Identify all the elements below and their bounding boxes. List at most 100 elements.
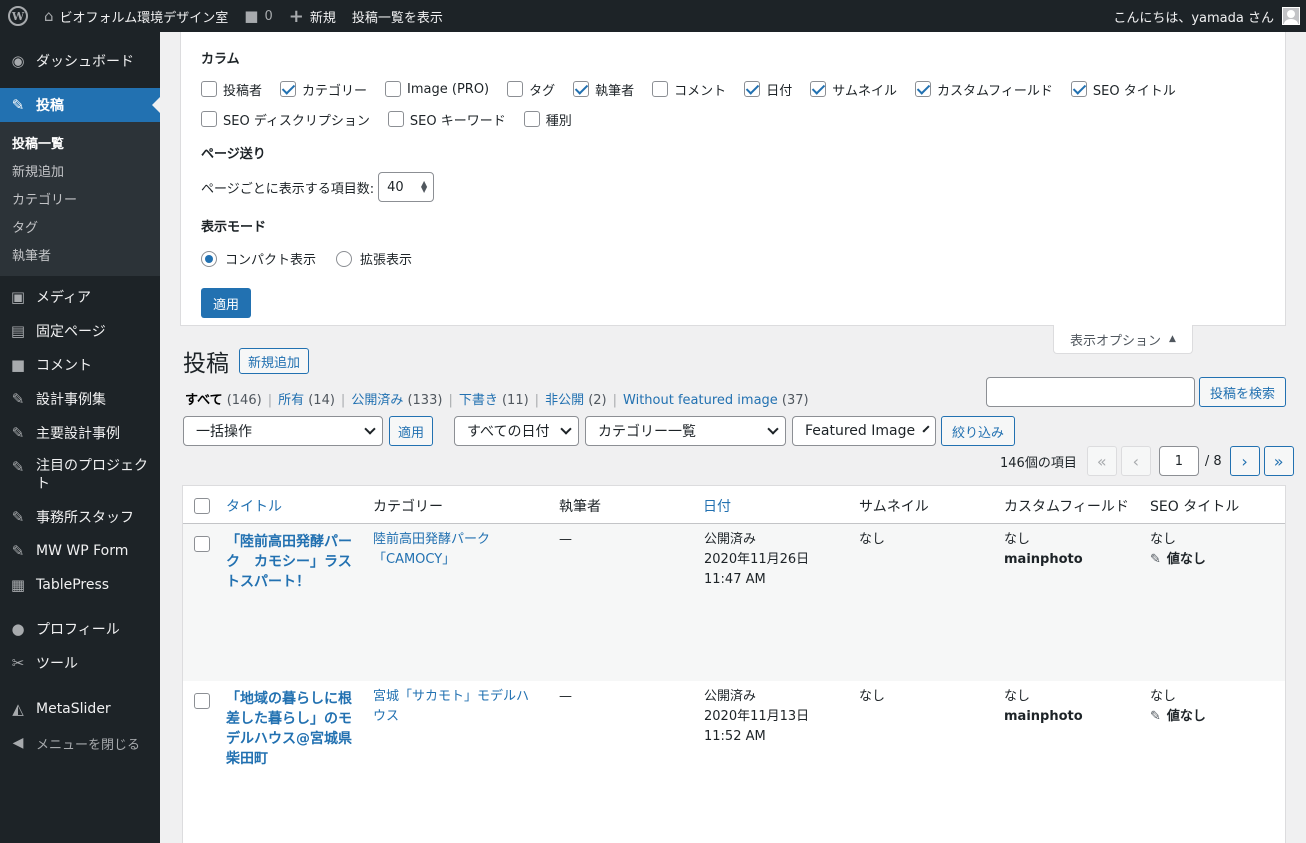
menu-dashboard[interactable]: ◉ ダッシュボード xyxy=(0,44,160,78)
menu-media[interactable]: ▣ メディア xyxy=(0,280,160,314)
prev-page-button[interactable]: ‹ xyxy=(1120,446,1151,476)
filter-without-featured-image[interactable]: Without featured image xyxy=(623,393,778,408)
checkbox[interactable] xyxy=(201,81,217,97)
new-content-button[interactable]: + 新規 xyxy=(281,0,344,32)
columns-checkboxes: 投稿者 カテゴリー Image (PRO) タグ 執筆者 コメント 日付 サムネ… xyxy=(201,79,1265,99)
search-posts-button[interactable]: 投稿を検索 xyxy=(1199,377,1287,407)
column-toggle-author[interactable]: 投稿者 xyxy=(201,79,262,99)
column-toggle-category[interactable]: カテゴリー xyxy=(280,79,367,99)
filter-button[interactable]: 絞り込み xyxy=(941,416,1016,446)
checkbox[interactable] xyxy=(280,81,297,97)
filter-mine[interactable]: 所有 xyxy=(278,393,304,408)
spinner-arrows-icon[interactable]: ▲ ▼ xyxy=(421,180,427,194)
radio[interactable] xyxy=(336,250,353,267)
seo-title-edit[interactable]: ✎ 値なし xyxy=(1150,707,1206,727)
view-mode-compact[interactable]: コンパクト表示 xyxy=(201,249,316,268)
checkbox[interactable] xyxy=(1070,81,1087,97)
submenu-authors[interactable]: 執筆者 xyxy=(0,240,160,268)
column-toggle-custom-field[interactable]: カスタムフィールド xyxy=(914,79,1053,99)
menu-label: 主要設計事例 xyxy=(36,426,120,442)
column-toggle-seo-keywords[interactable]: SEO キーワード xyxy=(387,109,506,129)
post-title-link[interactable]: 「陸前高田発酵パーク カモシー」ラストスパート！ xyxy=(226,532,356,592)
column-toggle-tags[interactable]: タグ xyxy=(507,79,555,99)
checkbox[interactable] xyxy=(387,111,404,127)
column-toggle-seo-description[interactable]: SEO ディスクリプション xyxy=(201,109,370,129)
post-title-link[interactable]: 「地域の暮らしに根差した暮らし」のモデルハウス@宮城県柴田町 xyxy=(226,689,356,769)
view-mode-extended[interactable]: 拡張表示 xyxy=(336,249,412,268)
post-category-link[interactable]: 陸前高田発酵パーク「CAMOCY」 xyxy=(373,530,503,570)
row-checkbox[interactable] xyxy=(194,536,210,552)
view-posts-link[interactable]: 投稿一覧を表示 xyxy=(344,0,451,32)
column-toggle-thumbnail[interactable]: サムネイル xyxy=(810,79,897,99)
checkbox[interactable] xyxy=(652,81,669,97)
checkbox[interactable] xyxy=(385,81,402,97)
column-toggle-date[interactable]: 日付 xyxy=(744,79,792,99)
category-filter-select[interactable]: カテゴリー一覧 xyxy=(585,416,786,446)
collapse-menu-button[interactable]: ◀ メニューを閉じる xyxy=(0,726,160,760)
new-label: 新規 xyxy=(309,10,336,26)
screen-options-toggle[interactable]: 表示オプション ▲ xyxy=(1053,325,1193,354)
column-header-title[interactable]: タイトル xyxy=(226,496,282,516)
menu-design-cases[interactable]: ✎ 設計事例集 xyxy=(0,382,160,416)
menu-mw-wp-form[interactable]: ✎ MW WP Form xyxy=(0,534,160,568)
submenu-categories[interactable]: カテゴリー xyxy=(0,184,160,212)
checkbox[interactable] xyxy=(810,81,827,97)
current-page-input[interactable]: 1 xyxy=(1158,446,1199,476)
menu-tools[interactable]: ✂ ツール xyxy=(0,646,160,680)
submenu-tags[interactable]: タグ xyxy=(0,212,160,240)
per-page-input[interactable]: 40 ▲ ▼ xyxy=(378,172,435,202)
radio[interactable] xyxy=(201,250,217,267)
column-toggle-image-pro[interactable]: Image (PRO) xyxy=(385,79,489,99)
featured-image-filter-select[interactable]: Featured Image xyxy=(792,416,936,446)
menu-label: 設計事例集 xyxy=(36,392,106,408)
wordpress-logo-button[interactable]: W xyxy=(0,0,36,32)
bulk-apply-button[interactable]: 適用 xyxy=(389,416,434,446)
my-account-menu[interactable]: こんにちは、yamada さん xyxy=(1105,0,1306,32)
menu-posts[interactable]: ✎ 投稿 xyxy=(0,88,160,122)
checkbox[interactable] xyxy=(744,81,761,97)
row-checkbox[interactable] xyxy=(194,693,210,709)
filter-all[interactable]: すべて xyxy=(185,393,223,408)
menu-staff[interactable]: ✎ 事務所スタッフ xyxy=(0,500,160,534)
post-category-link[interactable]: 宮城「サカモト」モデルハウス xyxy=(373,687,533,727)
select-all-checkbox[interactable] xyxy=(194,498,210,514)
submenu-add-new[interactable]: 新規追加 xyxy=(0,156,160,184)
first-page-button[interactable]: « xyxy=(1086,446,1117,476)
chevron-down-icon xyxy=(767,423,779,435)
column-toggle-writer[interactable]: 執筆者 xyxy=(573,79,634,99)
filter-draft[interactable]: 下書き xyxy=(459,393,498,408)
post-author: — xyxy=(559,532,572,547)
date-filter-select[interactable]: すべての日付 xyxy=(454,416,579,446)
checkbox[interactable] xyxy=(201,111,217,127)
search-input[interactable] xyxy=(986,377,1195,407)
menu-comments[interactable]: ■ コメント xyxy=(0,348,160,382)
checkbox[interactable] xyxy=(523,111,540,127)
menu-major-cases[interactable]: ✎ 主要設計事例 xyxy=(0,416,160,450)
checkbox[interactable] xyxy=(573,81,590,97)
add-new-post-button[interactable]: 新規追加 xyxy=(239,348,310,374)
filter-publish[interactable]: 公開済み xyxy=(351,393,403,408)
submenu-all-posts[interactable]: 投稿一覧 xyxy=(0,128,160,156)
last-page-button[interactable]: » xyxy=(1263,446,1294,476)
checkbox[interactable] xyxy=(914,81,931,97)
filter-private[interactable]: 非公開 xyxy=(545,393,584,408)
menu-metaslider[interactable]: ◭ MetaSlider xyxy=(0,692,160,726)
menu-tablepress[interactable]: ▦ TablePress xyxy=(0,568,160,602)
seo-title-value: なし xyxy=(1150,689,1177,704)
column-toggle-seo-title[interactable]: SEO タイトル xyxy=(1070,79,1176,99)
comments-link[interactable]: ■ 0 xyxy=(236,0,280,32)
bulk-actions-select[interactable]: 一括操作 xyxy=(183,416,383,446)
next-page-button[interactable]: › xyxy=(1229,446,1260,476)
menu-featured-projects[interactable]: ✎ 注目のプロジェクト xyxy=(0,450,160,500)
column-toggle-comments[interactable]: コメント xyxy=(652,79,726,99)
post-date-value: 2020年11月26日 11:47 AM xyxy=(704,552,810,587)
menu-profile[interactable]: ● プロフィール xyxy=(0,612,160,646)
menu-pages[interactable]: ▤ 固定ページ xyxy=(0,314,160,348)
screen-options-apply-button[interactable]: 適用 xyxy=(201,288,252,318)
checkbox[interactable] xyxy=(507,81,524,97)
seo-title-edit[interactable]: ✎ 値なし xyxy=(1150,550,1206,570)
site-name-link[interactable]: ⌂ ビオフォルム環境デザイン室 xyxy=(36,0,236,32)
column-header-date[interactable]: 日付 xyxy=(703,496,731,516)
column-toggle-type[interactable]: 種別 xyxy=(523,109,572,129)
checkbox-label: SEO タイトル xyxy=(1092,83,1176,99)
